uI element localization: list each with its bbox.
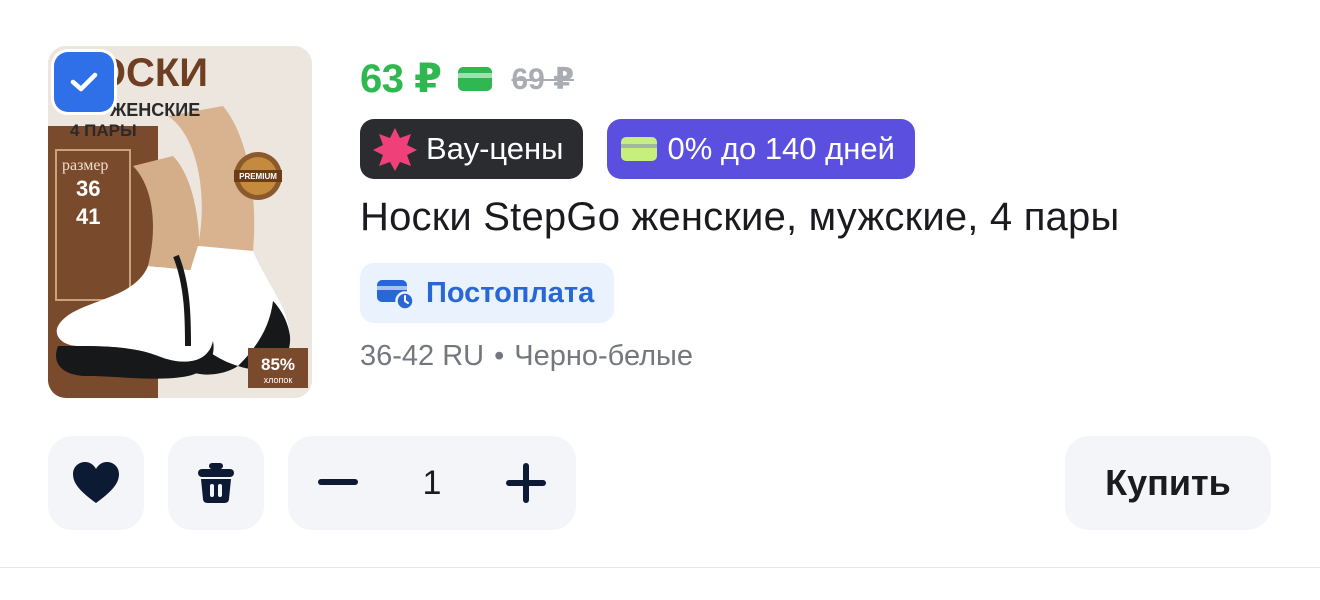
postpay-label: Постоплата — [426, 276, 595, 309]
favorite-button[interactable] — [48, 436, 144, 530]
old-price: 69 ₽ — [511, 62, 575, 96]
image-material-text: хлопок — [264, 375, 293, 385]
divider — [0, 567, 1320, 568]
promo-badges: Вау-цены 0% до 140 дней — [360, 119, 915, 179]
checkmark-icon — [70, 72, 98, 92]
price-row: 63 ₽ 69 ₽ — [360, 54, 574, 104]
minus-icon — [318, 479, 358, 485]
variant-info: 36-42 RU • Черно-белые — [360, 340, 693, 373]
decrease-quantity-button[interactable] — [310, 455, 366, 511]
trash-icon — [198, 463, 234, 503]
star-burst-icon — [373, 128, 417, 171]
plus-icon — [505, 463, 546, 503]
product-title[interactable]: Носки StepGo женские, мужские, 4 пары — [360, 195, 1119, 240]
buy-button[interactable]: Купить — [1065, 436, 1271, 530]
quantity-value: 1 — [422, 463, 442, 502]
image-size-from: 36 — [76, 176, 100, 201]
quantity-stepper: 1 — [288, 436, 576, 530]
wow-prices-label: Вау-цены — [426, 131, 564, 166]
variant-color: Черно-белые — [514, 340, 694, 372]
card-clock-icon — [377, 280, 415, 310]
heart-icon — [73, 462, 119, 503]
image-percent-text: 85% — [261, 355, 295, 374]
select-checkbox[interactable] — [54, 52, 114, 112]
image-count-text: 4 ПАРЫ — [70, 121, 137, 140]
card-icon — [458, 67, 493, 91]
image-size-to: 41 — [76, 204, 100, 229]
increase-quantity-button[interactable] — [498, 455, 554, 511]
image-line2-text: ЖЕНСКИЕ — [109, 100, 200, 120]
installment-badge[interactable]: 0% до 140 дней — [607, 119, 915, 179]
premium-seal-text: PREMIUM — [239, 172, 277, 181]
current-price: 63 ₽ — [360, 57, 442, 101]
card-icon — [621, 137, 658, 161]
variant-separator: • — [494, 340, 505, 372]
wow-prices-badge[interactable]: Вау-цены — [360, 119, 584, 179]
delete-button[interactable] — [168, 436, 264, 530]
installment-label: 0% до 140 дней — [667, 131, 895, 166]
postpay-badge[interactable]: Постоплата — [360, 263, 615, 323]
image-size-label: размер — [62, 157, 108, 174]
cart-item: PREMIUM НОСКИ ЖЕНСКИЕ 4 ПАРЫ размер 36 4… — [0, 0, 1320, 600]
variant-size: 36-42 RU — [360, 340, 485, 372]
